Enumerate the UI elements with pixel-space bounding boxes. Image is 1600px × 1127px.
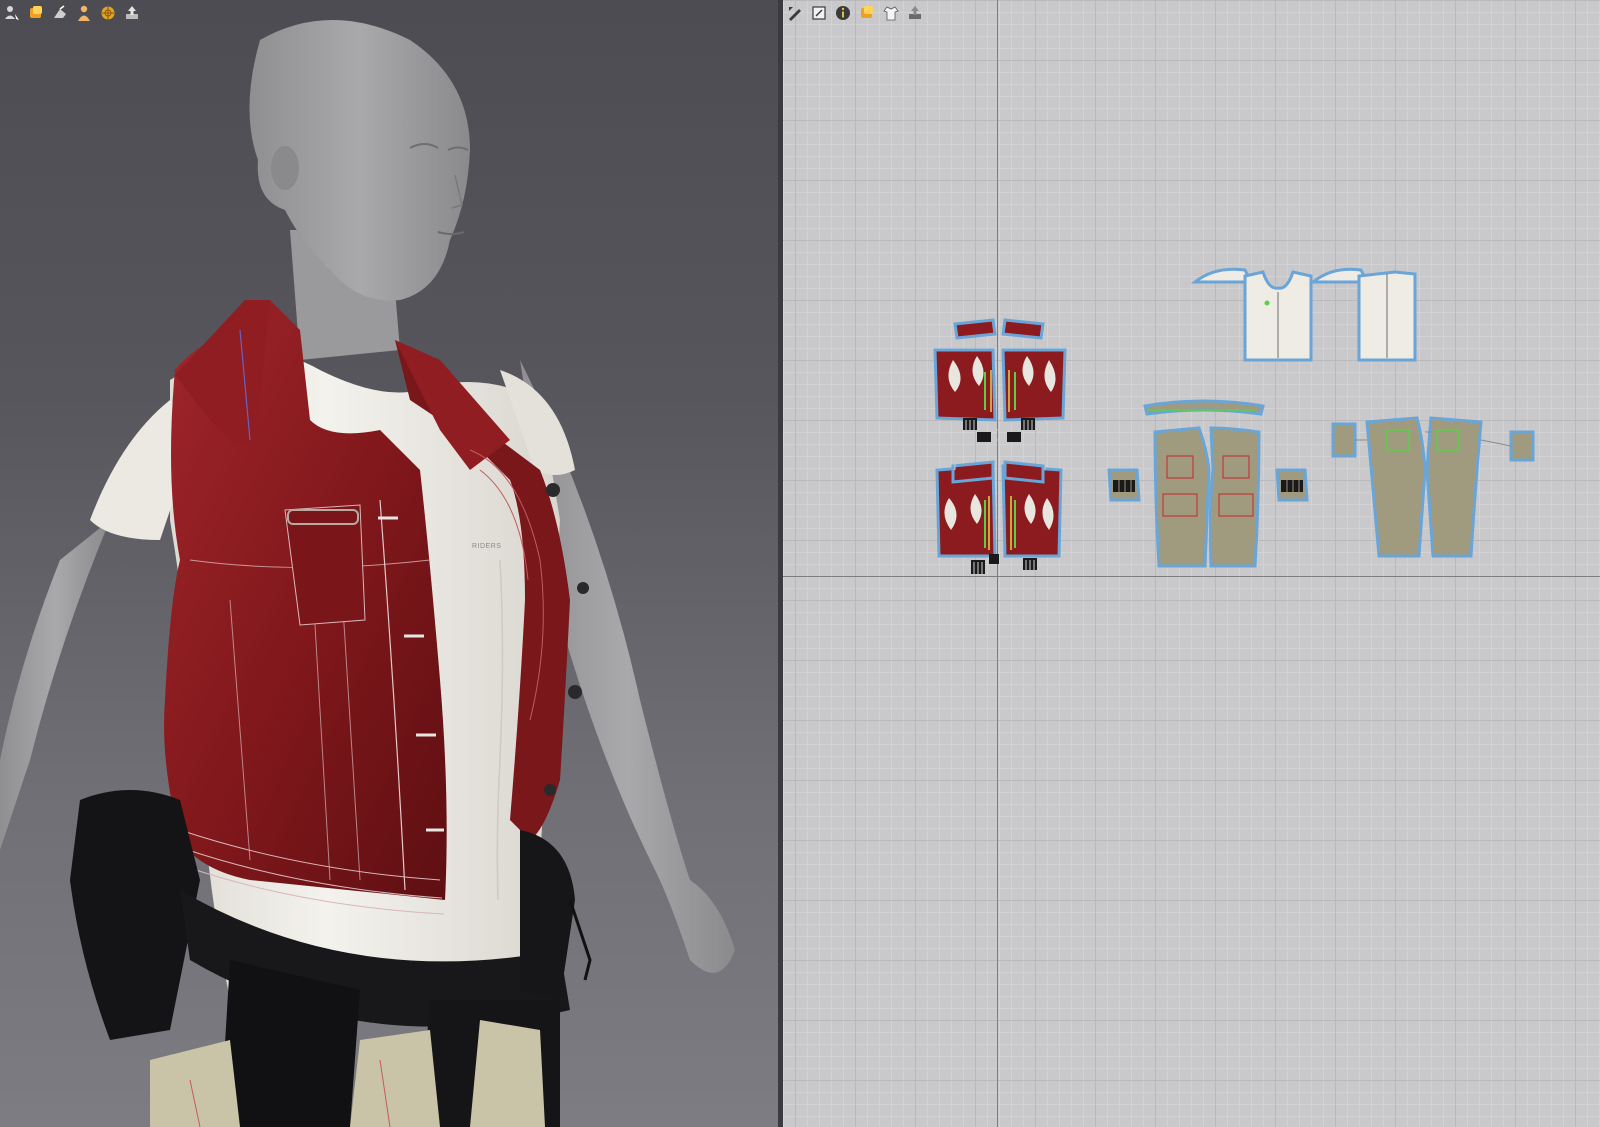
export-icon[interactable]: [122, 3, 142, 23]
export-icon[interactable]: [905, 3, 925, 23]
avatar-select-icon[interactable]: [2, 3, 22, 23]
pants-back-patterns[interactable]: [1331, 416, 1535, 558]
fabric-icon[interactable]: [857, 3, 877, 23]
texture-sphere-icon[interactable]: [98, 3, 118, 23]
viewport-2d-pattern[interactable]: [783, 0, 1600, 1127]
info-icon[interactable]: [833, 3, 853, 23]
tactical-pouch-right: [520, 830, 575, 1000]
edit-pattern-icon[interactable]: [785, 3, 805, 23]
avatar-scene: RIDERS: [0, 20, 735, 1127]
viewport-3d[interactable]: RIDERS: [0, 0, 778, 1127]
vest-button: [568, 685, 582, 699]
toolbar-2d: [785, 3, 925, 23]
garment-icon[interactable]: [881, 3, 901, 23]
fabric-icon[interactable]: [26, 3, 46, 23]
vest-button: [544, 784, 556, 796]
vest-button: [577, 582, 589, 594]
pose-icon[interactable]: [50, 3, 70, 23]
pattern-canvas: [933, 267, 1535, 574]
pants: [150, 1040, 240, 1127]
toolbar-3d: [2, 3, 142, 23]
vest-button: [546, 483, 560, 497]
pants-front-patterns[interactable]: [1107, 399, 1309, 568]
tactical-pouch-left: [70, 790, 200, 1040]
avatar-icon[interactable]: [74, 3, 94, 23]
transform-pattern-icon[interactable]: [809, 3, 829, 23]
shirt-logo-text: RIDERS: [472, 543, 501, 550]
tshirt-patterns[interactable]: [1190, 267, 1417, 362]
